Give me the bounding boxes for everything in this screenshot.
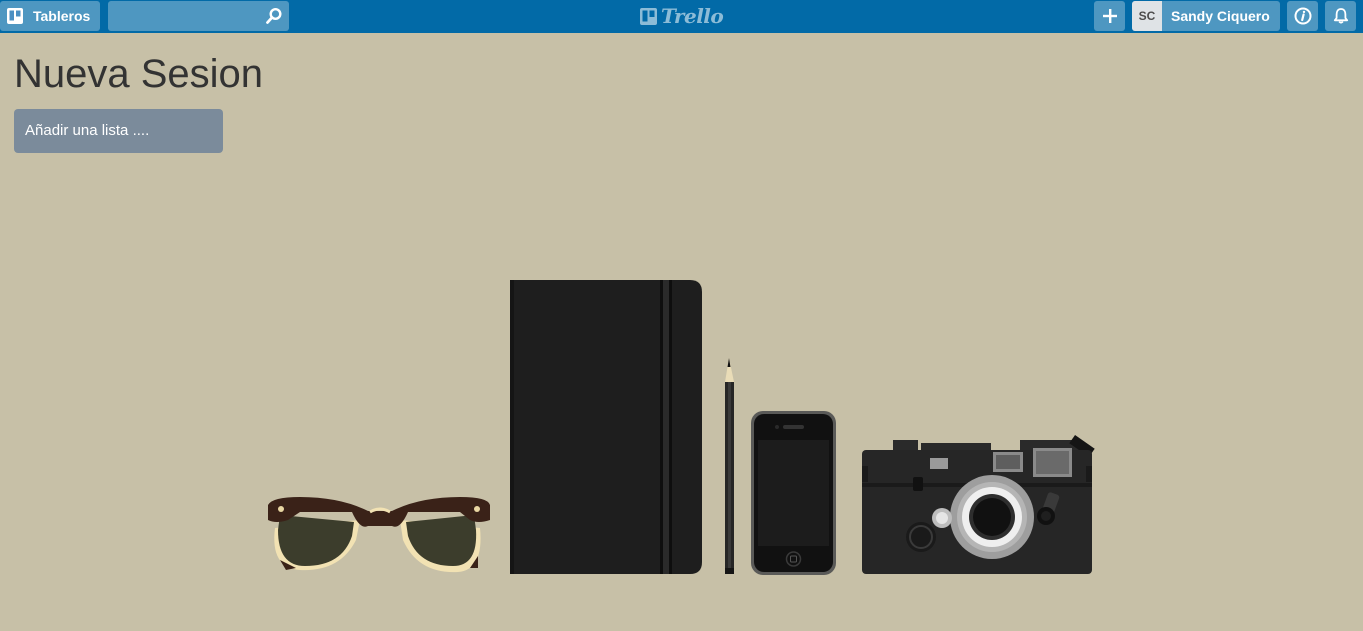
boards-button-label: Tableros [33,8,91,24]
trello-logo-text: Trello [661,4,724,28]
add-list-label: Añadir una lista .... [25,122,150,139]
pencil-image [725,358,734,574]
trello-logo[interactable]: Trello [640,4,724,28]
notifications-button[interactable] [1325,1,1356,31]
board-title[interactable]: Nueva Sesion [14,52,263,97]
add-list-button[interactable]: Añadir una lista .... [14,109,223,153]
trello-logo-icon [640,7,657,25]
camera-image [862,435,1095,574]
info-button[interactable] [1287,1,1318,31]
notebook-image [510,280,702,574]
sunglasses-image [268,497,490,573]
member-menu-button[interactable]: SC Sandy Ciquero [1132,1,1280,31]
boards-icon [7,8,23,24]
search-box[interactable] [108,1,289,31]
add-button[interactable] [1094,1,1125,31]
search-input[interactable] [108,1,258,31]
avatar: SC [1132,1,1162,31]
plus-icon [1102,9,1117,23]
boards-button[interactable]: Tableros [0,1,100,31]
bell-icon [1333,8,1348,24]
member-name: Sandy Ciquero [1171,8,1270,24]
phone-image [751,411,836,575]
info-icon [1294,7,1311,25]
top-header: Tableros Trello SC Sandy Ciquero [0,0,1363,33]
search-icon[interactable] [265,7,283,25]
